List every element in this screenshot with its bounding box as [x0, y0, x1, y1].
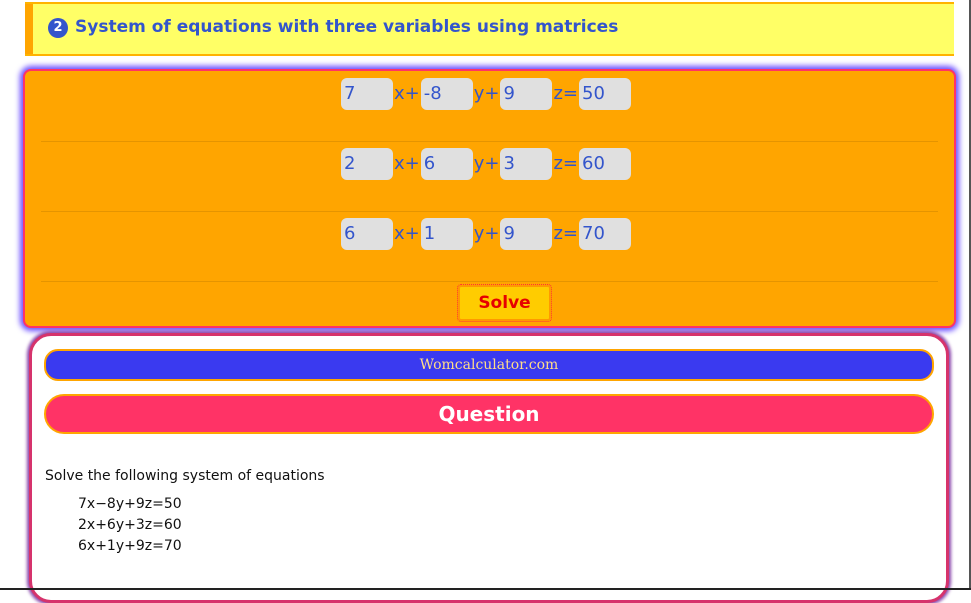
question-prompt: Solve the following system of equations — [45, 468, 325, 484]
label-z: z= — [553, 223, 578, 244]
section-title: System of equations with three variables… — [75, 17, 619, 37]
step-number-badge: 2 — [48, 18, 68, 38]
site-banner[interactable]: Womcalculator.com — [44, 349, 934, 381]
constant-input-2[interactable]: 60 — [579, 148, 631, 180]
label-y: y+ — [473, 153, 500, 174]
label-z: z= — [553, 83, 578, 104]
constant-input-1[interactable]: 50 — [579, 78, 631, 110]
constant-input-3[interactable]: 70 — [579, 218, 631, 250]
coef-z-input-3[interactable]: 9 — [500, 218, 553, 250]
label-z: z= — [553, 153, 578, 174]
label-x: x+ — [394, 223, 420, 244]
label-y: y+ — [473, 223, 500, 244]
equation-line-2: 2x+6y+3z=60 — [78, 517, 182, 533]
equation-input-panel: 7 x+ -8 y+ 9 z= 50 2 x+ 6 y+ 3 z= 60 6 x… — [23, 69, 956, 328]
question-heading: Question — [44, 394, 934, 434]
coef-x-input-2[interactable]: 2 — [341, 148, 393, 180]
equation-row-1: 7 x+ -8 y+ 9 z= 50 — [41, 71, 938, 142]
coef-x-input-3[interactable]: 6 — [341, 218, 393, 250]
result-panel: Womcalculator.com Question Solve the fol… — [29, 333, 949, 603]
coef-z-input-1[interactable]: 9 — [500, 78, 553, 110]
coef-x-input-1[interactable]: 7 — [341, 78, 393, 110]
section-header: 2 System of equations with three variabl… — [25, 2, 954, 56]
coef-y-input-3[interactable]: 1 — [420, 218, 473, 250]
coef-y-input-1[interactable]: -8 — [420, 78, 473, 110]
label-y: y+ — [473, 83, 500, 104]
coef-z-input-2[interactable]: 3 — [500, 148, 553, 180]
equation-line-1: 7x−8y+9z=50 — [78, 496, 182, 512]
solve-button[interactable]: Solve — [457, 284, 552, 322]
equation-row-2: 2 x+ 6 y+ 3 z= 60 — [41, 141, 938, 212]
header-accent-bar — [25, 4, 33, 54]
label-x: x+ — [394, 83, 420, 104]
equation-line-3: 6x+1y+9z=70 — [78, 538, 182, 554]
coef-y-input-2[interactable]: 6 — [420, 148, 473, 180]
equation-row-3: 6 x+ 1 y+ 9 z= 70 — [41, 211, 938, 282]
label-x: x+ — [394, 153, 420, 174]
